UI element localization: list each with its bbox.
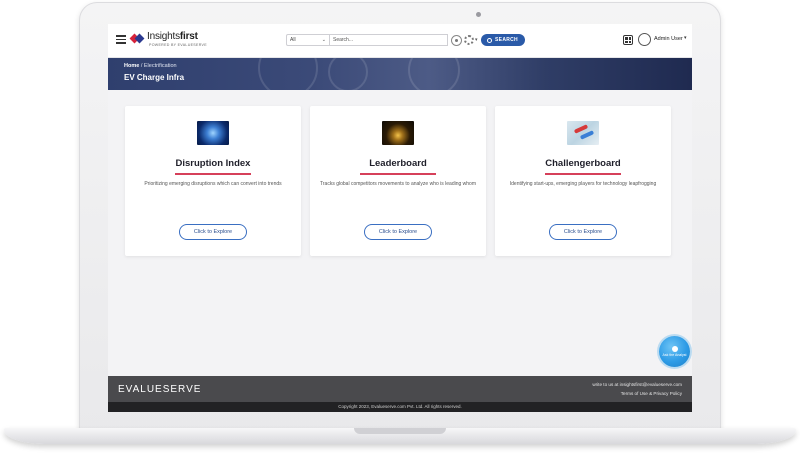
apps-grid-icon[interactable] — [623, 35, 633, 45]
user-name[interactable]: Admin User — [654, 36, 683, 42]
card-disruption-index: Disruption Index Prioritizing emerging d… — [125, 106, 301, 256]
logo-text-main: Insights — [147, 31, 180, 42]
avatar[interactable] — [638, 33, 651, 46]
footer-policy-links[interactable]: Terms of Use & Privacy Policy — [621, 391, 682, 396]
card-title: Challengerboard — [545, 158, 621, 169]
card-title: Leaderboard — [369, 158, 427, 169]
card-divider — [175, 173, 251, 175]
breadcrumb-current[interactable]: Electrification — [144, 63, 177, 69]
banner-decoration — [258, 58, 318, 90]
footer-contact-link[interactable]: write to us at insightsfirst@evalueserve… — [592, 382, 682, 387]
gear-icon — [464, 35, 474, 45]
fab-label: Ask the Analyst — [662, 353, 687, 357]
hamburger-menu-icon[interactable] — [116, 35, 126, 44]
ask-analyst-button[interactable]: Ask the Analyst — [659, 336, 690, 367]
footer: EVALUESERVE write to us at insightsfirst… — [108, 376, 692, 402]
copyright-text: Copyright 2023, Evalueserve.com Pvt. Ltd… — [108, 402, 692, 412]
chevron-down-icon: ⌄ — [321, 37, 326, 43]
laptop-base — [4, 428, 796, 444]
card-divider — [360, 173, 436, 175]
breadcrumb-home[interactable]: Home — [124, 63, 139, 69]
top-navigation-bar: Insightsfirst POWERED BY EVALUESERVE All… — [108, 24, 692, 58]
chat-icon — [671, 346, 678, 352]
logo-tagline: POWERED BY EVALUESERVE — [149, 43, 207, 47]
challengerboard-thumbnail — [567, 121, 599, 145]
disruption-thumbnail — [197, 121, 229, 145]
search-button[interactable]: SEARCH — [480, 34, 525, 46]
logo-mark-icon — [129, 33, 145, 44]
footer-brand-logo: EVALUESERVE — [118, 384, 202, 395]
card-leaderboard: Leaderboard Tracks global competitors mo… — [310, 106, 486, 256]
search-bar: All ⌄ Search... ▾ SEARCH — [286, 34, 525, 46]
card-description: Identifying start-ups, emerging players … — [509, 181, 657, 187]
breadcrumb: Home / Electrification — [124, 63, 177, 69]
page-banner: Home / Electrification EV Charge Infra — [108, 58, 692, 90]
search-scope-value: All — [290, 37, 296, 43]
search-button-label: SEARCH — [495, 37, 518, 43]
search-scope-select[interactable]: All ⌄ — [286, 34, 330, 46]
target-icon[interactable] — [451, 34, 462, 46]
search-icon — [487, 37, 493, 43]
card-title: Disruption Index — [175, 158, 251, 169]
explore-button[interactable]: Click to Explore — [549, 224, 617, 240]
user-caret-down-icon[interactable]: ▾ — [684, 35, 687, 41]
settings-dropdown[interactable]: ▾ — [464, 35, 478, 45]
card-description: Tracks global competitors movements to a… — [320, 181, 476, 187]
card-divider — [545, 173, 621, 175]
card-challengerboard: Challengerboard Identifying start-ups, e… — [495, 106, 671, 256]
logo-text-bold: first — [179, 31, 198, 42]
explore-button[interactable]: Click to Explore — [364, 224, 432, 240]
leaderboard-thumbnail — [382, 121, 414, 145]
caret-down-icon: ▾ — [475, 37, 478, 43]
page-title: EV Charge Infra — [124, 73, 185, 82]
card-description: Prioritizing emerging disruptions which … — [144, 181, 282, 187]
banner-decoration — [408, 58, 460, 90]
laptop-notch — [354, 428, 446, 434]
search-input[interactable]: Search... — [330, 34, 448, 46]
camera-dot — [476, 12, 481, 17]
explore-button[interactable]: Click to Explore — [179, 224, 247, 240]
app-screen: Insightsfirst POWERED BY EVALUESERVE All… — [108, 24, 692, 412]
banner-decoration — [328, 58, 368, 90]
breadcrumb-separator: / — [140, 63, 143, 69]
